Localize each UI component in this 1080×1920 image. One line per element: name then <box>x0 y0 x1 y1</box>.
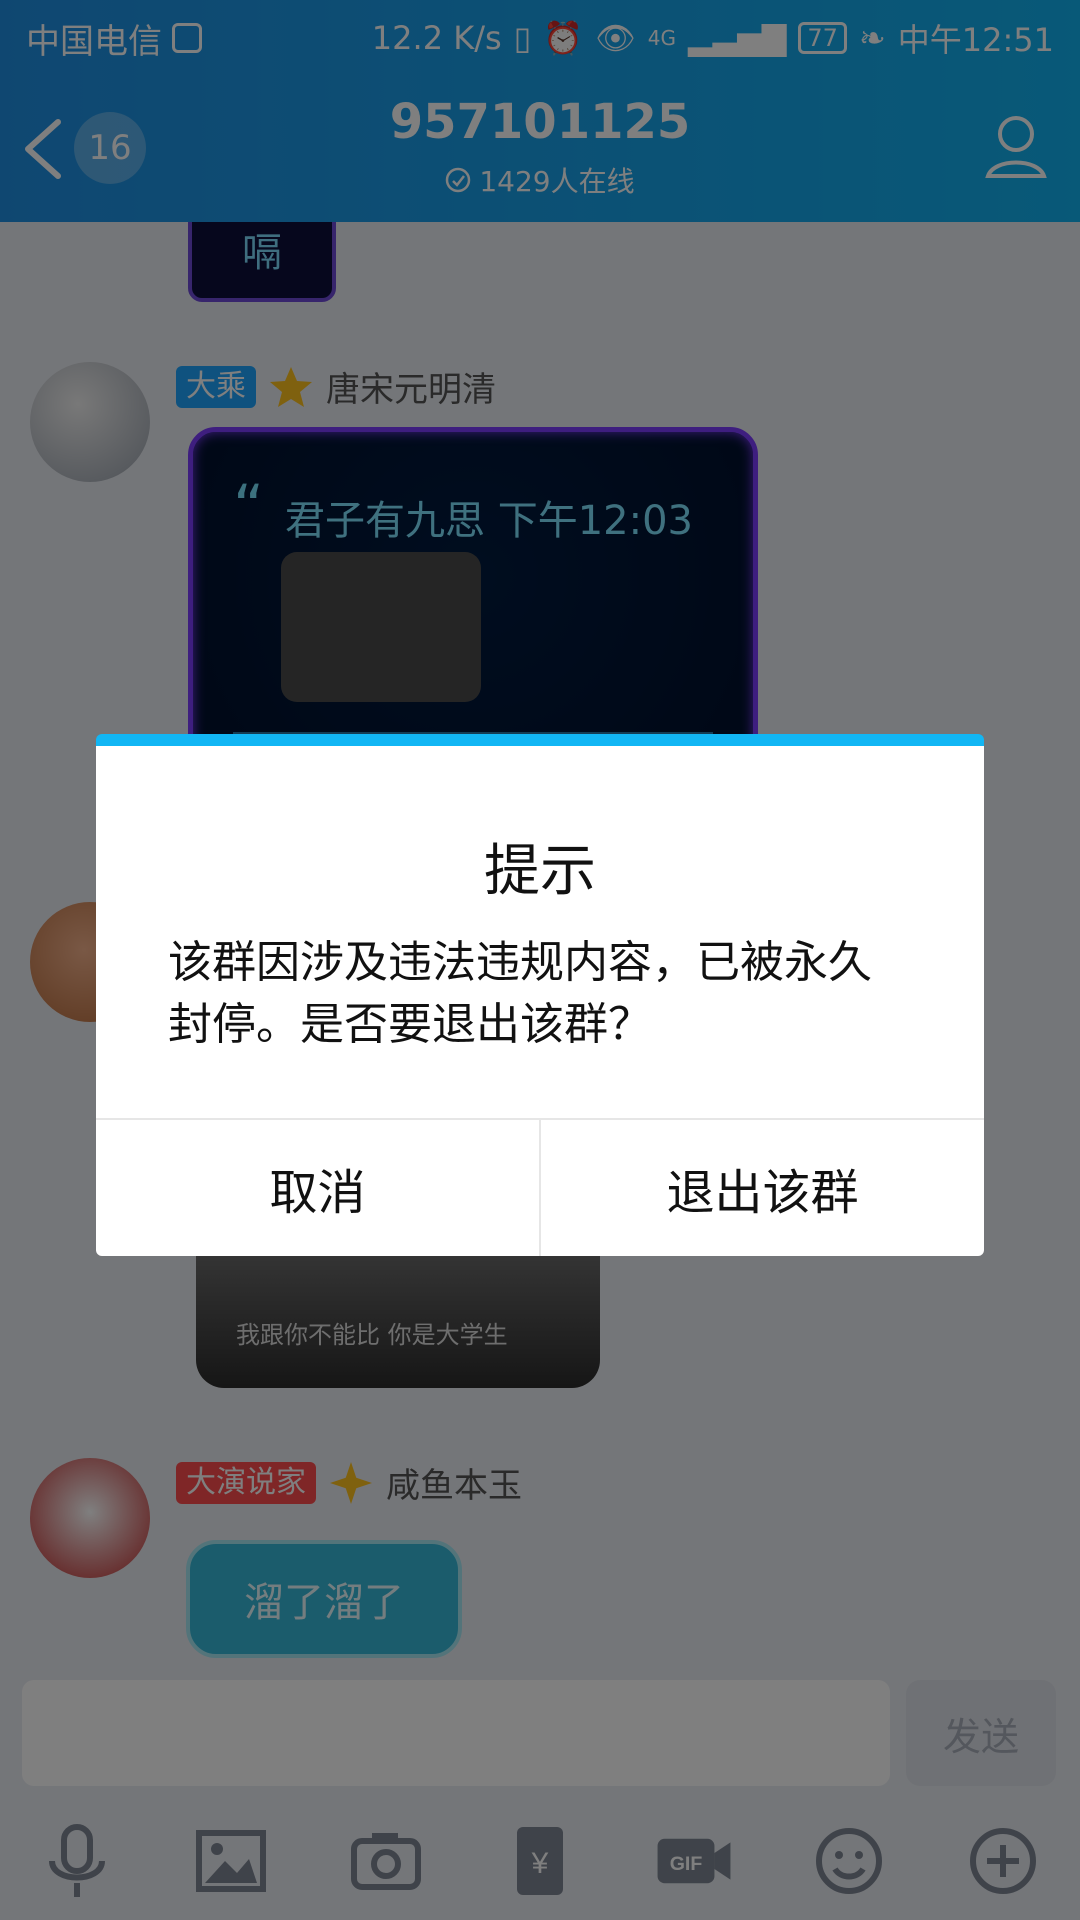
dialog-title: 提示 <box>484 839 596 904</box>
exit-group-button[interactable]: 退出该群 <box>539 1120 984 1256</box>
dialog-message: 该群因涉及违法违规内容，已被永久封停。是否要退出该群？ <box>168 937 872 1050</box>
cancel-button[interactable]: 取消 <box>96 1120 539 1256</box>
dialog-actions: 取消 退出该群 <box>96 1118 984 1256</box>
alert-dialog: 提示 该群因涉及违法违规内容，已被永久封停。是否要退出该群？ 取消 退出该群 <box>96 734 984 1256</box>
